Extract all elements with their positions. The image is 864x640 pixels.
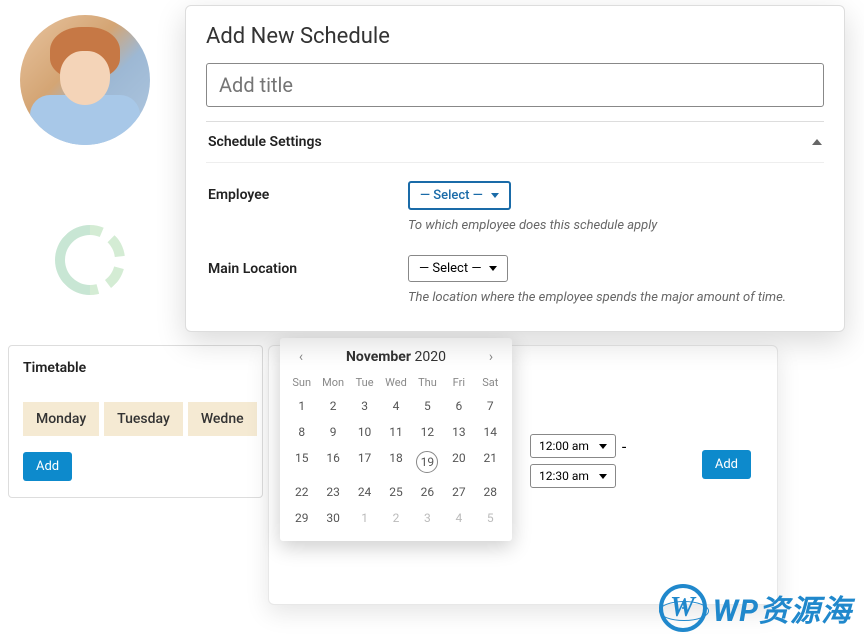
calendar-day[interactable]: 27 <box>443 479 474 505</box>
chevron-down-icon <box>599 444 607 449</box>
calendar-day[interactable]: 16 <box>317 445 348 479</box>
calendar-day[interactable]: 9 <box>317 419 348 445</box>
timetable-card: Timetable Monday Tuesday Wedne Add <box>8 345 263 498</box>
location-select[interactable]: — Select — <box>408 255 508 282</box>
avatar <box>20 15 150 145</box>
watermark-logo-icon: W <box>659 584 707 632</box>
watermark-text: WP资源海 <box>713 586 852 630</box>
calendar-day[interactable]: 12 <box>412 419 443 445</box>
employee-label: Employee <box>208 181 408 203</box>
location-label: Main Location <box>208 255 408 277</box>
calendar-day[interactable]: 1 <box>349 505 380 531</box>
calendar-day[interactable]: 18 <box>380 445 411 479</box>
calendar-day[interactable]: 21 <box>475 445 506 479</box>
day-tab[interactable]: Tuesday <box>104 402 183 436</box>
prev-month-button[interactable]: ‹ <box>292 348 310 366</box>
start-time-select[interactable]: 12:00 am <box>530 434 616 458</box>
timetable-add-button[interactable]: Add <box>23 452 72 481</box>
employee-select-text: — Select — <box>420 188 483 203</box>
calendar-dow: Tue <box>349 372 380 393</box>
settings-label: Schedule Settings <box>208 134 322 150</box>
schedule-heading: Add New Schedule <box>206 24 824 49</box>
calendar-day[interactable]: 13 <box>443 419 474 445</box>
calendar-dow: Sun <box>286 372 317 393</box>
timetable-heading: Timetable <box>23 360 248 376</box>
next-month-button[interactable]: › <box>482 348 500 366</box>
calendar-day[interactable]: 8 <box>286 419 317 445</box>
collapse-icon <box>812 139 822 145</box>
days-row: Monday Tuesday Wedne <box>23 402 248 436</box>
calendar-popup: ‹ November 2020 › SunMonTueWedThuFriSat 1… <box>280 338 512 541</box>
calendar-day[interactable]: 11 <box>380 419 411 445</box>
chevron-down-icon <box>491 193 499 198</box>
bottom-add-button[interactable]: Add <box>702 450 751 479</box>
settings-header[interactable]: Schedule Settings <box>206 121 824 163</box>
end-time-value: 12:30 am <box>539 469 589 483</box>
calendar-day[interactable]: 4 <box>380 393 411 419</box>
calendar-day[interactable]: 6 <box>443 393 474 419</box>
calendar-day[interactable]: 20 <box>443 445 474 479</box>
calendar-day[interactable]: 10 <box>349 419 380 445</box>
calendar-day[interactable]: 15 <box>286 445 317 479</box>
decor-ring-icon <box>55 225 105 275</box>
calendar-dow: Wed <box>380 372 411 393</box>
location-help: The location where the employee spends t… <box>408 290 822 305</box>
start-time-value: 12:00 am <box>539 439 589 453</box>
calendar-day[interactable]: 7 <box>475 393 506 419</box>
calendar-dow: Thu <box>412 372 443 393</box>
calendar-day[interactable]: 2 <box>380 505 411 531</box>
calendar-day[interactable]: 26 <box>412 479 443 505</box>
calendar-day[interactable]: 4 <box>443 505 474 531</box>
calendar-title: November 2020 <box>346 349 446 365</box>
location-row: Main Location — Select — The location wh… <box>206 237 824 309</box>
time-separator: - <box>622 437 626 456</box>
day-tab[interactable]: Wedne <box>188 402 257 436</box>
calendar-day[interactable]: 1 <box>286 393 317 419</box>
calendar-day[interactable]: 23 <box>317 479 348 505</box>
chevron-down-icon <box>489 266 497 271</box>
employee-row: Employee — Select — To which employee do… <box>206 163 824 237</box>
calendar-day[interactable]: 5 <box>412 393 443 419</box>
end-time-select[interactable]: 12:30 am <box>530 464 616 488</box>
employee-select[interactable]: — Select — <box>408 181 511 210</box>
calendar-day[interactable]: 19 <box>412 445 443 479</box>
calendar-day[interactable]: 22 <box>286 479 317 505</box>
calendar-dow: Sat <box>475 372 506 393</box>
calendar-day[interactable]: 25 <box>380 479 411 505</box>
calendar-day[interactable]: 3 <box>412 505 443 531</box>
calendar-day[interactable]: 17 <box>349 445 380 479</box>
employee-help: To which employee does this schedule app… <box>408 218 822 233</box>
chevron-down-icon <box>599 474 607 479</box>
day-tab[interactable]: Monday <box>23 402 99 436</box>
calendar-dow: Fri <box>443 372 474 393</box>
calendar-day[interactable]: 2 <box>317 393 348 419</box>
time-selects: 12:00 am - 12:30 am <box>530 434 626 488</box>
calendar-day[interactable]: 29 <box>286 505 317 531</box>
watermark: W WP资源海 <box>659 584 852 632</box>
calendar-day[interactable]: 28 <box>475 479 506 505</box>
title-input[interactable] <box>206 63 824 107</box>
schedule-card: Add New Schedule Schedule Settings Emplo… <box>185 5 845 332</box>
calendar-dow: Mon <box>317 372 348 393</box>
calendar-day[interactable]: 3 <box>349 393 380 419</box>
calendar-day[interactable]: 24 <box>349 479 380 505</box>
location-select-text: — Select — <box>419 261 481 276</box>
calendar-day[interactable]: 5 <box>475 505 506 531</box>
calendar-day[interactable]: 30 <box>317 505 348 531</box>
calendar-day[interactable]: 14 <box>475 419 506 445</box>
